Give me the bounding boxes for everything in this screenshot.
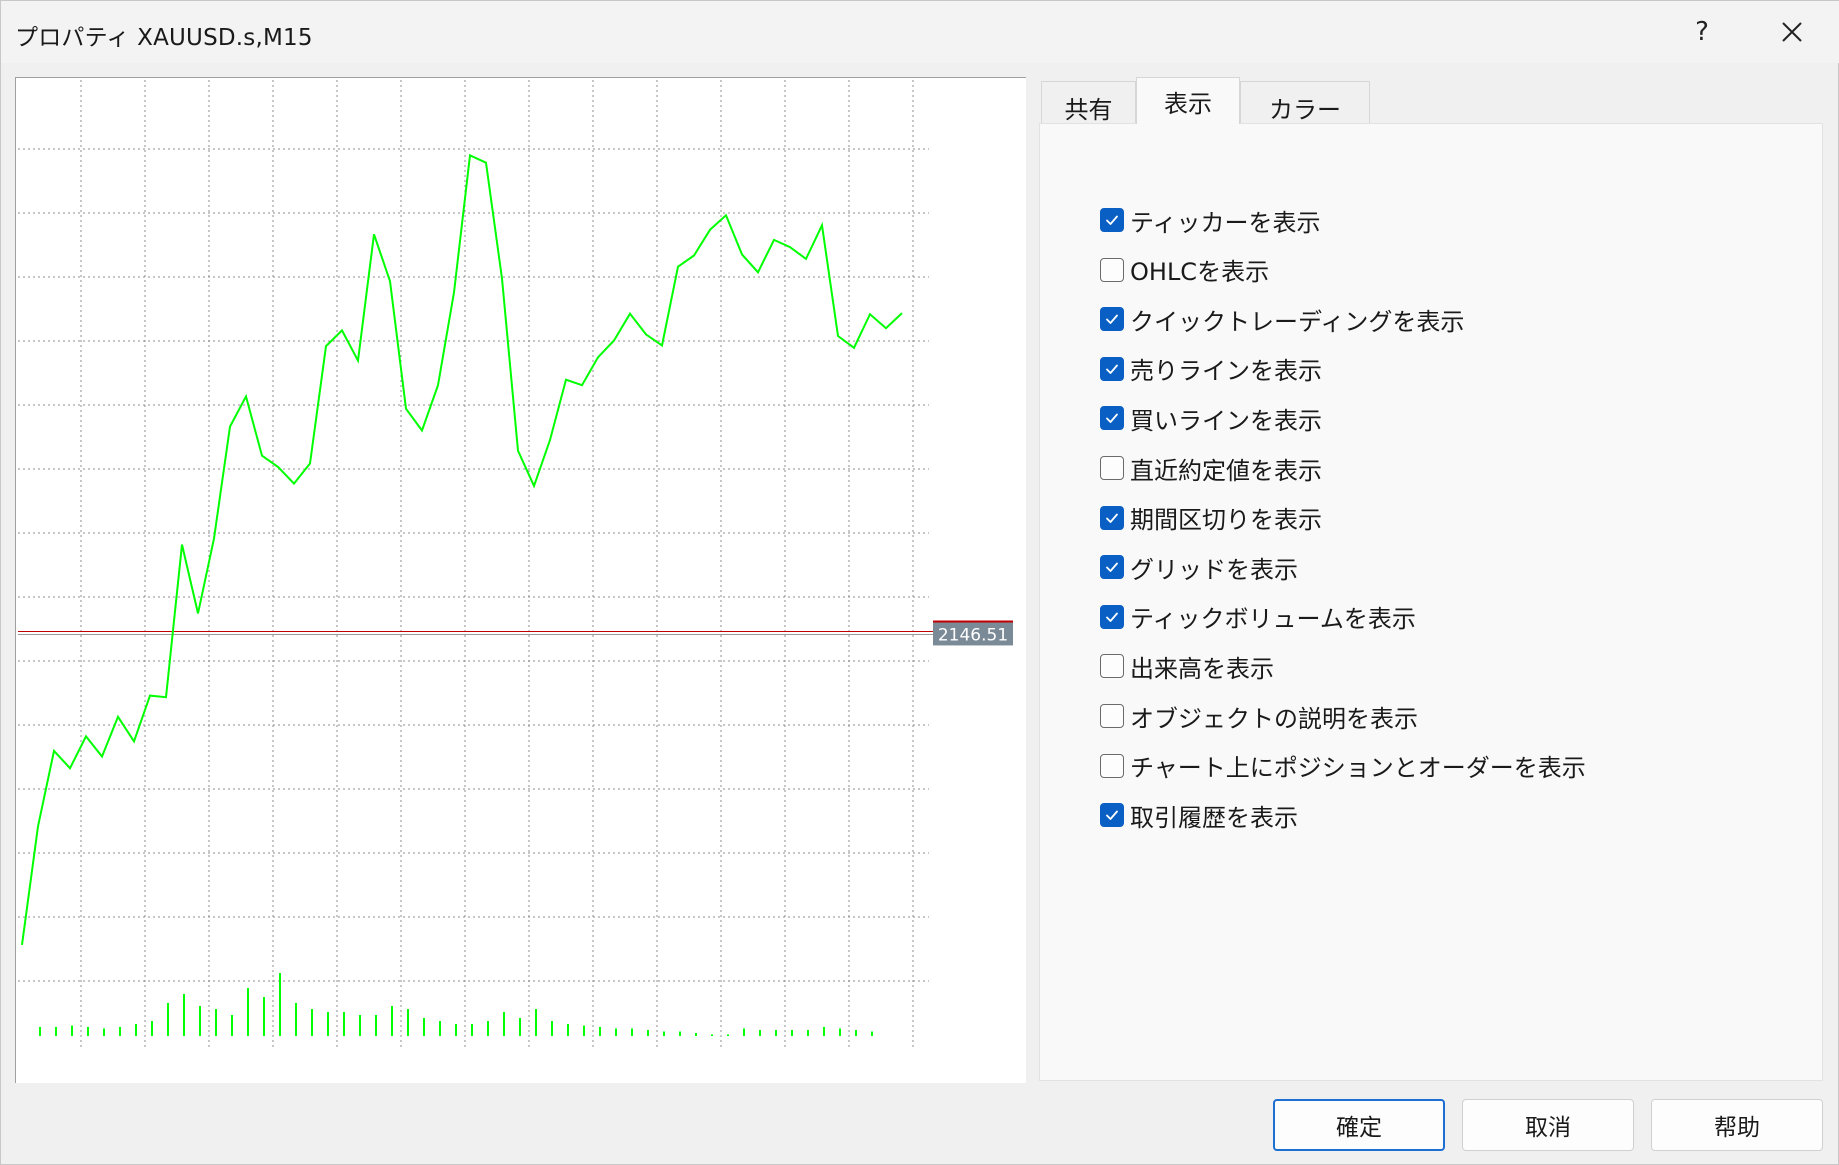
title-bar: プロパティ XAUUSD.s,M15 ? — [1, 1, 1839, 63]
check-icon — [1106, 314, 1118, 325]
checkbox-unchecked[interactable] — [1100, 704, 1124, 728]
tab-display[interactable]: 表示 — [1136, 77, 1240, 124]
display-options-panel: ティッカーを表示 OHLCを表示 クイックトレーディングを表示 売りラインを表示 買い… — [1039, 123, 1823, 1081]
check-icon — [1106, 364, 1118, 374]
option-label: OHLCを表示 — [1130, 258, 1270, 287]
option-label: 期間区切りを表示 — [1130, 506, 1322, 535]
check-icon — [1106, 513, 1118, 523]
option-label: 出来高を表示 — [1130, 654, 1274, 683]
close-icon — [1782, 22, 1802, 42]
ok-button[interactable]: 確定 — [1273, 1099, 1445, 1151]
option-row[interactable]: 買いラインを表示 — [1100, 402, 1322, 435]
option-row[interactable]: ティッカーを表示 — [1100, 204, 1321, 237]
price-line — [21, 153, 903, 946]
option-row[interactable]: OHLCを表示 — [1100, 254, 1269, 286]
checkbox-unchecked[interactable] — [1100, 753, 1124, 778]
option-row[interactable]: 直近約定値を表示 — [1100, 452, 1322, 485]
option-label: 直近約定値を表示 — [1130, 456, 1322, 485]
option-label: 取引履歴を表示 — [1130, 803, 1298, 832]
checkbox-checked[interactable] — [1100, 208, 1124, 232]
checkbox-checked[interactable] — [1100, 356, 1124, 381]
option-label: グリッドを表示 — [1130, 555, 1298, 584]
option-label: クイックトレーディングを表示 — [1130, 307, 1465, 336]
chart-svg: 2146.51 — [18, 80, 1013, 1048]
checkbox-checked[interactable] — [1100, 803, 1124, 828]
checkbox-checked[interactable] — [1100, 555, 1124, 580]
option-label: チャート上にポジションとオーダーを表示 — [1130, 754, 1586, 783]
dialog-title: プロパティ XAUUSD.s,M15 — [15, 25, 313, 51]
cancel-button[interactable]: 取消 — [1462, 1099, 1634, 1151]
option-row[interactable]: ティックボリュームを表示 — [1100, 601, 1416, 633]
option-row[interactable]: チャート上にポジションとオーダーを表示 — [1100, 750, 1586, 782]
option-row[interactable]: クイックトレーディングを表示 — [1100, 303, 1465, 336]
check-icon — [1106, 562, 1118, 573]
option-label: 売りラインを表示 — [1130, 357, 1322, 386]
option-label: 買いラインを表示 — [1130, 406, 1322, 435]
option-label: ティックボリュームを表示 — [1130, 605, 1416, 634]
check-icon — [1106, 612, 1118, 622]
check-icon — [1106, 810, 1118, 821]
chart-preview: 2146.51 — [15, 77, 1026, 1083]
option-label: ティッカーを表示 — [1130, 208, 1321, 237]
option-row[interactable]: オブジェクトの説明を表示 — [1100, 700, 1418, 733]
checkbox-unchecked[interactable] — [1100, 456, 1124, 480]
option-row[interactable]: グリッドを表示 — [1100, 551, 1298, 584]
price-label-text: 2146.51 — [938, 625, 1008, 645]
check-icon — [1106, 215, 1118, 225]
help-dialog-button[interactable]: 帮助 — [1651, 1099, 1823, 1151]
checkbox-checked[interactable] — [1100, 307, 1124, 332]
check-icon — [1106, 413, 1118, 424]
checkbox-checked[interactable] — [1100, 406, 1124, 431]
checkbox-unchecked[interactable] — [1100, 257, 1124, 282]
option-row[interactable]: 売りラインを表示 — [1100, 353, 1322, 385]
option-row[interactable]: 取引履歴を表示 — [1100, 799, 1298, 832]
option-row[interactable]: 出来高を表示 — [1100, 650, 1274, 683]
help-icon: ? — [1695, 17, 1709, 47]
close-button[interactable] — [1747, 1, 1837, 63]
option-label: オブジェクトの説明を表示 — [1130, 704, 1418, 733]
tab-color[interactable]: カラー — [1240, 81, 1370, 124]
properties-dialog: プロパティ XAUUSD.s,M15 ? 2146.51 共有 表示 カラー テ… — [0, 0, 1839, 1165]
tab-common[interactable]: 共有 — [1041, 81, 1136, 124]
option-row[interactable]: 期間区切りを表示 — [1100, 502, 1322, 534]
help-button[interactable]: ? — [1657, 1, 1747, 63]
checkbox-checked[interactable] — [1100, 604, 1124, 629]
checkbox-unchecked[interactable] — [1100, 654, 1124, 679]
checkbox-checked[interactable] — [1100, 505, 1124, 530]
